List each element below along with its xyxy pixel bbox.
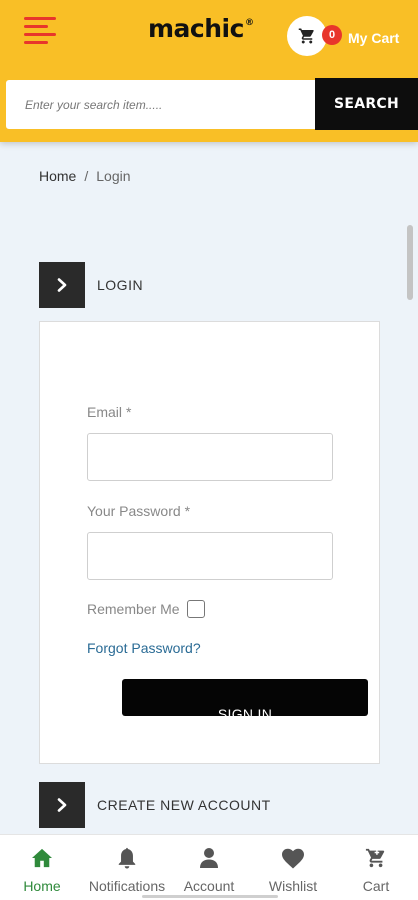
search-button[interactable]: SEARCH (315, 78, 418, 130)
gesture-home-bar (142, 895, 278, 898)
nav-home-label: Home (23, 878, 61, 894)
nav-wishlist-label: Wishlist (268, 878, 318, 894)
nav-account[interactable]: Account (176, 835, 242, 900)
registered-mark: ® (244, 18, 254, 28)
nav-wishlist[interactable]: Wishlist (260, 835, 326, 900)
cart-icon (298, 28, 314, 44)
user-icon (199, 845, 219, 871)
email-required-mark: * (126, 404, 132, 420)
create-account-title: CREATE NEW ACCOUNT (97, 797, 271, 813)
remember-me-checkbox[interactable] (187, 600, 205, 618)
app-header: machic® 0 My Cart SEARCH (0, 0, 418, 142)
home-icon (31, 845, 53, 871)
email-field[interactable] (87, 433, 333, 481)
sign-in-button[interactable]: SIGN IN (122, 679, 368, 722)
login-section-title: LOGIN (97, 277, 144, 293)
logo-text: machic (148, 14, 244, 43)
nav-home[interactable]: Home (12, 835, 72, 900)
brand-logo[interactable]: machic® (148, 14, 254, 43)
email-label-text: Email (87, 404, 123, 420)
breadcrumb: Home / Login (39, 168, 131, 184)
heart-icon (281, 845, 305, 871)
forgot-password-link[interactable]: Forgot Password? (87, 640, 201, 656)
bell-icon (116, 845, 138, 871)
nav-cart-label: Cart (362, 878, 390, 894)
cart-icon (365, 845, 387, 871)
cart-count-badge: 0 (322, 25, 342, 45)
nav-cart[interactable]: Cart (348, 835, 404, 900)
nav-notifications[interactable]: Notifications (82, 835, 172, 900)
breadcrumb-current: Login (96, 168, 131, 184)
my-cart-link[interactable]: My Cart (348, 30, 399, 46)
password-required-mark: * (184, 503, 191, 519)
nav-notifications-label: Notifications (88, 878, 166, 894)
scrollbar-thumb[interactable] (407, 225, 413, 300)
chevron-right-icon (39, 262, 85, 308)
header-cart-button[interactable] (287, 16, 327, 56)
create-account-section-header[interactable]: CREATE NEW ACCOUNT (39, 782, 271, 828)
hamburger-icon[interactable] (24, 14, 58, 48)
nav-account-label: Account (183, 878, 235, 894)
email-label: Email * (87, 404, 131, 420)
password-label: Your Password * (87, 503, 190, 519)
remember-me-label: Remember Me (87, 601, 180, 617)
breadcrumb-home[interactable]: Home (39, 168, 76, 184)
breadcrumb-separator: / (84, 168, 89, 184)
search-input[interactable] (6, 80, 315, 129)
password-field[interactable] (87, 532, 333, 580)
chevron-right-icon (39, 782, 85, 828)
login-section-header[interactable]: LOGIN (39, 262, 143, 308)
password-label-text: Your Password (87, 503, 181, 519)
sign-in-label: SIGN IN (217, 706, 273, 722)
bottom-navigation: Home Notifications Account Wishlist Cart (0, 834, 418, 900)
